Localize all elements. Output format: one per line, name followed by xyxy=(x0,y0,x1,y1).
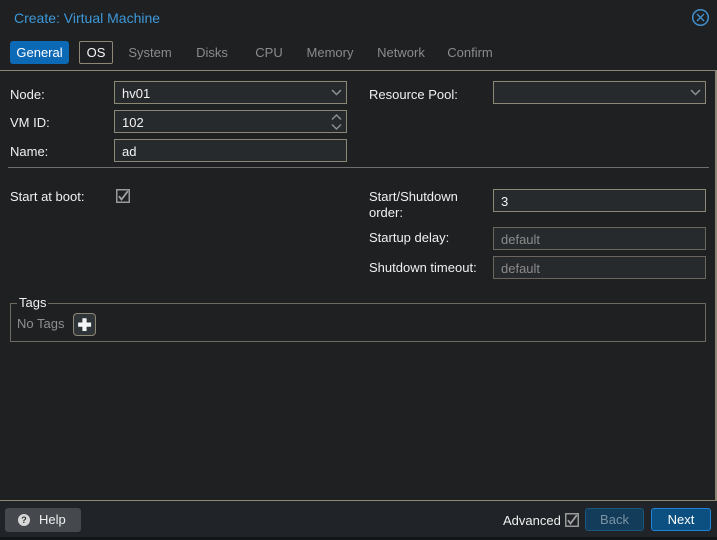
svg-text:?: ? xyxy=(21,515,27,525)
